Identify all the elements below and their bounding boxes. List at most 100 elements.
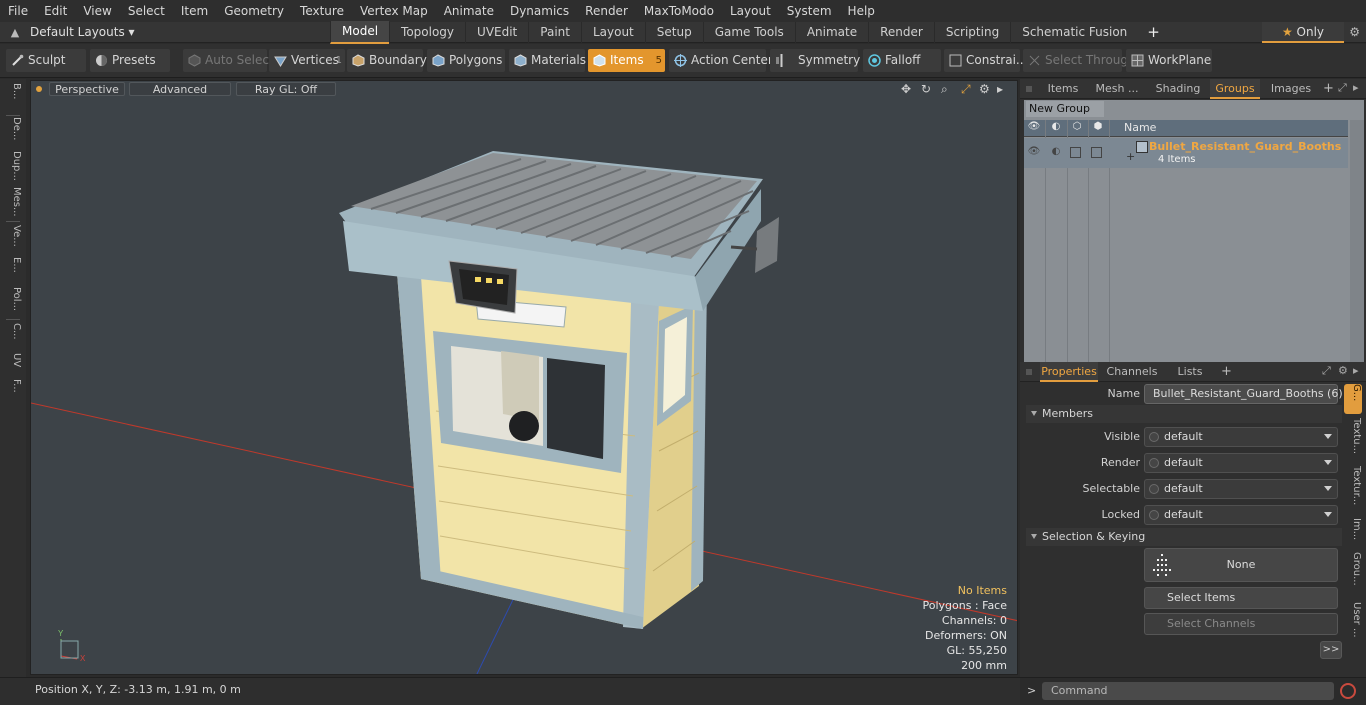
row-visibility-eye-icon[interactable]: 👁 [1026, 146, 1042, 160]
lock-cube-icon[interactable]: ⬡ [1069, 121, 1085, 135]
move-view-icon[interactable]: ✥ [901, 82, 911, 96]
viewport-menu-dot-icon[interactable] [36, 86, 42, 92]
items-button[interactable]: Items 5 [588, 49, 665, 72]
side-tab-image[interactable]: Im... [1344, 518, 1362, 542]
menu-select[interactable]: Select [120, 0, 173, 22]
tab-setup[interactable]: Setup [644, 21, 703, 43]
add-tab-button[interactable]: + [1138, 23, 1169, 41]
side-tab-group[interactable]: G... [1344, 384, 1362, 414]
visibility-eye-icon[interactable]: 👁 [1026, 121, 1042, 135]
panel-menu-icon[interactable]: ▸ [1353, 81, 1359, 94]
menu-geometry[interactable]: Geometry [216, 0, 292, 22]
none-keying-button[interactable]: None [1144, 548, 1338, 582]
add-properties-tab-button[interactable]: + [1221, 362, 1232, 382]
properties-gear-icon[interactable]: ⚙ [1338, 364, 1348, 377]
sculpt-button[interactable]: Sculpt [6, 49, 86, 72]
strip-tab-duplicate[interactable]: Dup... [4, 151, 22, 181]
perspective-dropdown[interactable]: Perspective [49, 82, 125, 96]
workplane-button[interactable]: WorkPlane [1126, 49, 1212, 72]
side-tab-texture[interactable]: Textu... [1344, 418, 1362, 460]
expand-plus-icon[interactable]: + [1126, 150, 1135, 163]
tab-items[interactable]: Items [1044, 79, 1082, 99]
tab-mesh[interactable]: Mesh ... [1090, 79, 1144, 99]
menu-file[interactable]: File [0, 0, 36, 22]
home-arrow-icon[interactable]: ▲ [0, 26, 30, 39]
zoom-view-icon[interactable]: ⌕ [941, 82, 948, 97]
menu-texture[interactable]: Texture [292, 0, 352, 22]
group-name-field[interactable]: Bullet_Resistant_Guard_Booths (6) [1144, 384, 1343, 404]
action-center-button[interactable]: Action Center [669, 49, 773, 72]
select-channels-button[interactable]: Select Channels [1144, 613, 1338, 635]
symmetry-button[interactable]: Symmetry [770, 49, 860, 72]
falloff-button[interactable]: Falloff [863, 49, 941, 72]
tab-groups[interactable]: Groups [1210, 79, 1260, 99]
group-name[interactable]: Bullet_Resistant_Guard_Booths [1149, 140, 1344, 153]
menu-view[interactable]: View [75, 0, 119, 22]
render-channel-knob-icon[interactable] [1149, 458, 1159, 468]
panel-grip-icon[interactable] [1026, 369, 1032, 375]
tab-uvedit[interactable]: UVEdit [465, 21, 528, 43]
menu-item[interactable]: Item [173, 0, 216, 22]
vertices-button[interactable]: Vertices 1 [269, 49, 345, 72]
tab-layout[interactable]: Layout [580, 21, 645, 43]
render-dropdown[interactable]: default [1144, 453, 1338, 473]
rotate-view-icon[interactable]: ↻ [921, 82, 931, 96]
3d-viewport[interactable]: Y X Perspective Advanced Ray GL: Off ✥ ↻… [30, 80, 1018, 675]
materials-button[interactable]: Materials [509, 49, 586, 72]
tab-shading[interactable]: Shading [1150, 79, 1206, 99]
strip-tab-mesh-edit[interactable]: Mes... [4, 187, 22, 217]
default-layouts-dropdown[interactable]: Default Layouts ▾ [30, 25, 330, 39]
fit-view-icon[interactable]: ⤢ [961, 82, 971, 97]
menu-vertex-map[interactable]: Vertex Map [352, 0, 436, 22]
row-render-icon[interactable]: ◐ [1048, 146, 1064, 160]
tab-paint[interactable]: Paint [528, 21, 581, 43]
menu-help[interactable]: Help [840, 0, 883, 22]
advanced-dropdown[interactable]: Advanced [129, 82, 231, 96]
menu-system[interactable]: System [779, 0, 840, 22]
gear-icon[interactable]: ⚙ [1349, 25, 1360, 39]
panel-grip-icon[interactable] [1026, 86, 1032, 92]
selectable-cube-icon[interactable]: ⬢ [1090, 121, 1106, 135]
tab-schematic-fusion[interactable]: Schematic Fusion [1010, 21, 1138, 43]
select-through-button[interactable]: Select Through [1023, 49, 1136, 72]
strip-tab-curve[interactable]: C... [4, 323, 22, 353]
row-selectable-checkbox[interactable] [1091, 147, 1102, 158]
groups-scrollbar[interactable] [1350, 120, 1364, 362]
tab-model[interactable]: Model [330, 20, 390, 44]
tab-animate[interactable]: Animate [794, 21, 868, 43]
group-row[interactable]: 👁 ◐ + Bullet_Resistant_Guard_Booths 4 It… [1024, 138, 1348, 168]
viewport-expand-icon[interactable]: ▸ [997, 82, 1003, 96]
more-options-button[interactable]: >> [1320, 641, 1342, 659]
strip-tab-polygon[interactable]: Pol... [4, 287, 22, 317]
tab-game-tools[interactable]: Game Tools [702, 21, 795, 43]
strip-tab-deform[interactable]: De... [4, 117, 22, 147]
menu-animate[interactable]: Animate [436, 0, 502, 22]
tab-images[interactable]: Images [1266, 79, 1316, 99]
auto-select-button[interactable]: Auto Select [183, 49, 274, 72]
menu-edit[interactable]: Edit [36, 0, 75, 22]
side-tab-group-2[interactable]: Grou... [1344, 552, 1362, 596]
new-group-button[interactable]: New Group [1026, 101, 1104, 117]
boundary-button[interactable]: Boundary [347, 49, 427, 72]
tab-properties[interactable]: Properties [1040, 362, 1098, 382]
side-tab-texture-locator[interactable]: Textur... [1344, 466, 1362, 512]
locked-dropdown[interactable]: default [1144, 505, 1338, 525]
stop-record-icon[interactable] [1340, 683, 1356, 699]
select-items-button[interactable]: Select Items [1144, 587, 1338, 609]
tab-channels[interactable]: Channels [1106, 362, 1158, 382]
viewport-gear-icon[interactable]: ⚙ [979, 82, 990, 96]
tab-render[interactable]: Render [868, 21, 934, 43]
strip-tab-vertex[interactable]: Ve... [4, 225, 22, 255]
add-panel-tab-button[interactable]: + [1323, 79, 1334, 99]
tab-lists[interactable]: Lists [1170, 362, 1210, 382]
menu-dynamics[interactable]: Dynamics [502, 0, 577, 22]
side-tab-user[interactable]: User ... [1344, 602, 1362, 646]
menu-layout[interactable]: Layout [722, 0, 779, 22]
menu-render[interactable]: Render [577, 0, 636, 22]
visible-dropdown[interactable]: default [1144, 427, 1338, 447]
command-input[interactable]: Command [1042, 682, 1334, 700]
menu-maxtomodo[interactable]: MaxToModo [636, 0, 722, 22]
tab-scripting[interactable]: Scripting [933, 21, 1010, 43]
render-camera-icon[interactable]: ◐ [1048, 121, 1064, 135]
selection-keying-section-header[interactable]: Selection & Keying [1026, 528, 1342, 546]
